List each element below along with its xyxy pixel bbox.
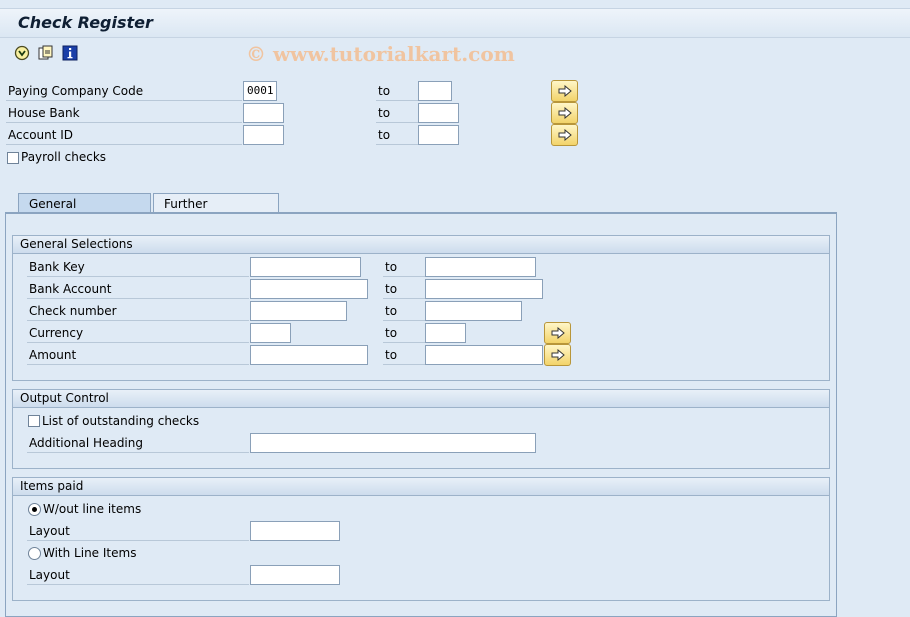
house-bank-to-input[interactable]	[418, 103, 459, 123]
amount-to-label: to	[383, 345, 425, 365]
check-number-label: Check number	[27, 301, 249, 321]
program-info-icon[interactable]	[62, 45, 78, 61]
arrow-right-icon	[558, 107, 572, 119]
paying-company-code-from-input[interactable]: 0001	[243, 81, 277, 101]
currency-to-input[interactable]	[425, 323, 466, 343]
amount-multiple-selection-button[interactable]	[544, 344, 571, 366]
without-line-items-radio[interactable]	[28, 503, 41, 516]
account-id-label: Account ID	[6, 125, 242, 145]
currency-from-input[interactable]	[250, 323, 291, 343]
payroll-checks-label: Payroll checks	[21, 150, 107, 164]
check-number-to-label: to	[383, 301, 425, 321]
check-number-from-input[interactable]	[250, 301, 347, 321]
account-id-to-input[interactable]	[418, 125, 459, 145]
account-id-to-label: to	[376, 125, 418, 145]
paying-company-code-label: Paying Company Code	[6, 81, 242, 101]
amount-label: Amount	[27, 345, 249, 365]
account-id-multiple-selection-button[interactable]	[551, 124, 578, 146]
without-line-items-label: W/out line items	[43, 502, 142, 516]
bank-key-to-input[interactable]	[425, 257, 536, 277]
payroll-checks-checkbox[interactable]	[7, 152, 19, 164]
watermark: © www.tutorialkart.com	[246, 42, 515, 66]
paying-company-code-to-label: to	[376, 81, 418, 101]
get-variant-icon[interactable]	[38, 45, 54, 61]
bank-account-from-input[interactable]	[250, 279, 368, 299]
general-selections-title: General Selections	[13, 236, 829, 254]
currency-to-label: to	[383, 323, 425, 343]
paying-company-code-to-input[interactable]	[418, 81, 452, 101]
execute-icon[interactable]	[14, 45, 30, 61]
check-number-to-input[interactable]	[425, 301, 522, 321]
outstanding-checks-checkbox[interactable]	[28, 415, 40, 427]
bank-key-to-label: to	[383, 257, 425, 277]
bank-key-label: Bank Key	[27, 257, 249, 277]
layout-label-2: Layout	[27, 565, 249, 585]
with-line-items-radio[interactable]	[28, 547, 41, 560]
amount-to-input[interactable]	[425, 345, 543, 365]
layout-input-1[interactable]	[250, 521, 340, 541]
house-bank-to-label: to	[376, 103, 418, 123]
additional-heading-input[interactable]	[250, 433, 536, 453]
arrow-right-icon	[558, 129, 572, 141]
bank-account-to-input[interactable]	[425, 279, 543, 299]
paying-company-code-multiple-selection-button[interactable]	[551, 80, 578, 102]
items-paid-title: Items paid	[13, 478, 829, 496]
title-bar: Check Register	[0, 8, 910, 38]
layout-input-2[interactable]	[250, 565, 340, 585]
account-id-from-input[interactable]	[243, 125, 284, 145]
layout-label-1: Layout	[27, 521, 249, 541]
arrow-right-icon	[551, 349, 565, 361]
outstanding-checks-label: List of outstanding checks	[42, 414, 200, 428]
tab-general-selections[interactable]: General Selections	[18, 193, 151, 231]
tab-further-selections[interactable]: Further Selections	[153, 193, 279, 231]
house-bank-from-input[interactable]	[243, 103, 284, 123]
arrow-right-icon	[558, 85, 572, 97]
bank-account-label: Bank Account	[27, 279, 249, 299]
with-line-items-label: With Line Items	[43, 546, 137, 560]
currency-multiple-selection-button[interactable]	[544, 322, 571, 344]
house-bank-multiple-selection-button[interactable]	[551, 102, 578, 124]
bank-key-from-input[interactable]	[250, 257, 361, 277]
currency-label: Currency	[27, 323, 249, 343]
arrow-right-icon	[551, 327, 565, 339]
bank-account-to-label: to	[383, 279, 425, 299]
house-bank-label: House Bank	[6, 103, 242, 123]
output-control-title: Output Control	[13, 390, 829, 408]
page-title: Check Register	[18, 13, 153, 32]
additional-heading-label: Additional Heading	[27, 433, 249, 453]
amount-from-input[interactable]	[250, 345, 368, 365]
